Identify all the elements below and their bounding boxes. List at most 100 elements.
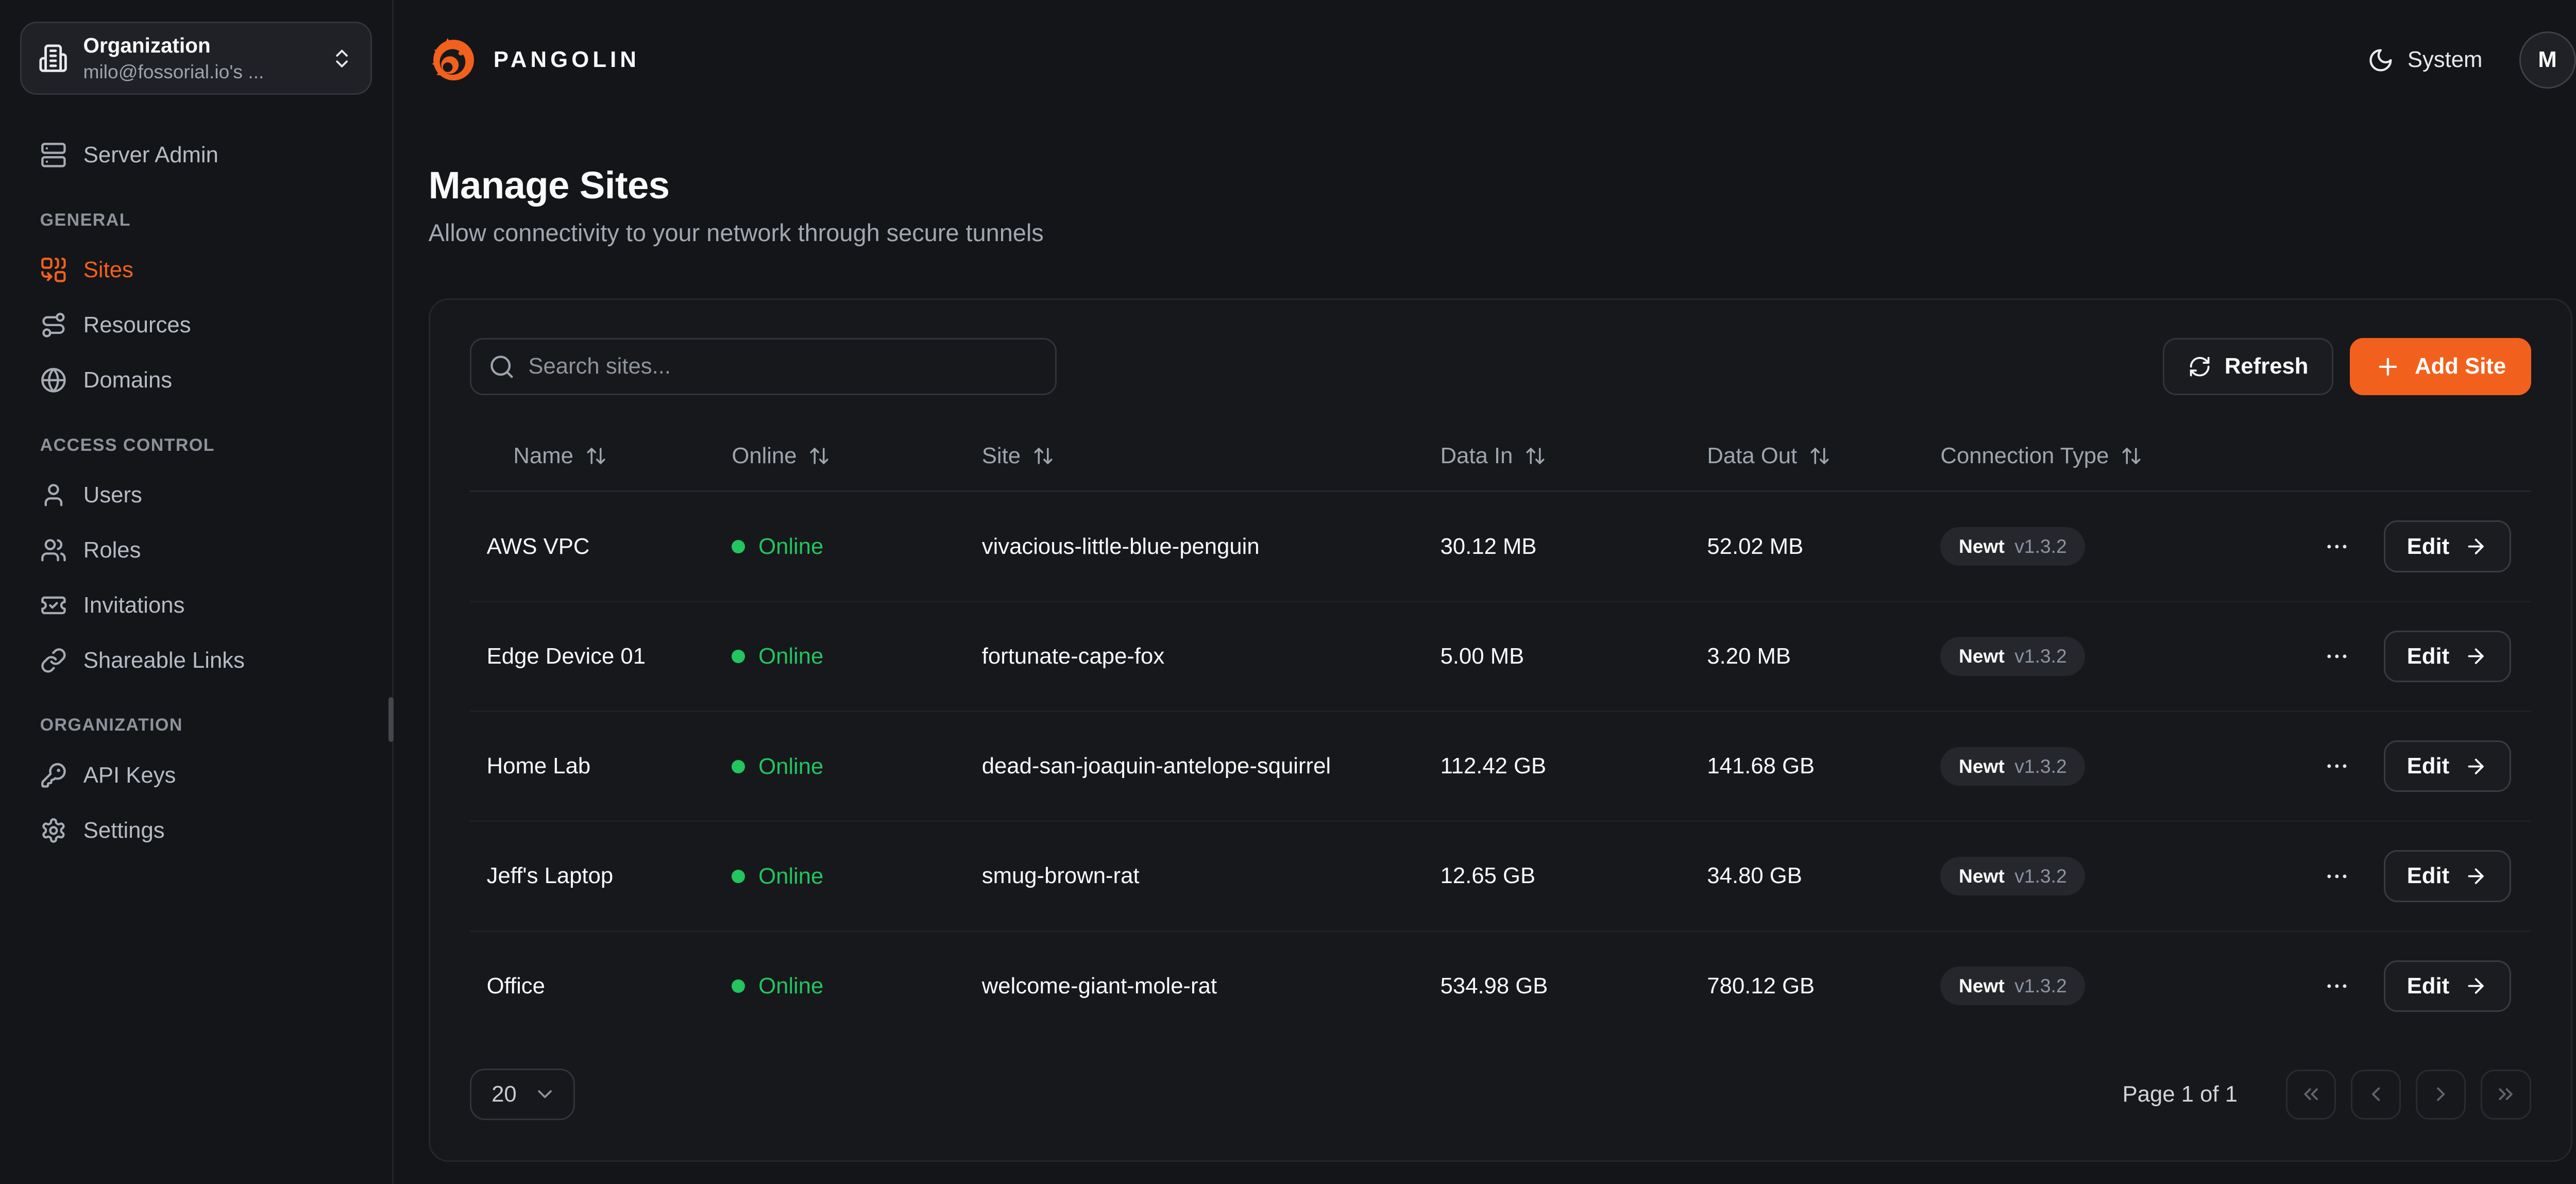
sidebar-item-label: Users xyxy=(83,482,142,508)
cell-name: Jeff's Laptop xyxy=(470,821,711,931)
sidebar-item-sites[interactable]: Sites xyxy=(20,244,372,297)
status-label: Online xyxy=(758,534,823,560)
cell-online: Online xyxy=(712,601,962,711)
cell-data-out: 34.80 GB xyxy=(1687,821,1921,931)
cell-actions: Edit xyxy=(2287,492,2531,601)
sidebar-item-resources[interactable]: Resources xyxy=(20,298,372,352)
column-label: Data Out xyxy=(1707,443,1797,469)
connection-version: v1.3.2 xyxy=(2014,865,2066,887)
edit-button[interactable]: Edit xyxy=(2384,520,2511,572)
cell-data-out: 52.02 MB xyxy=(1687,492,1921,601)
column-label: Name xyxy=(513,443,573,469)
connection-client: Newt xyxy=(1959,865,2005,887)
brand: PANGOLIN xyxy=(429,35,640,85)
sort-control[interactable]: Data Out xyxy=(1707,443,1830,469)
org-selector-label: Organization xyxy=(83,32,316,59)
edit-label: Edit xyxy=(2407,644,2449,669)
sites-table: Name Online Site Data In Data Out Connection … xyxy=(470,420,2531,1040)
sort-control[interactable]: Site xyxy=(982,443,1054,469)
sort-control[interactable]: Online xyxy=(732,443,830,469)
sidebar-item-label: API Keys xyxy=(83,763,176,788)
cell-site: dead-san-joaquin-antelope-squirrel xyxy=(962,712,1420,821)
add-site-button[interactable]: Add Site xyxy=(2350,338,2531,395)
chevron-down-icon xyxy=(533,1082,556,1106)
first-page-button[interactable] xyxy=(2286,1070,2336,1120)
sort-control[interactable]: Name xyxy=(513,443,606,469)
status-badge: Online xyxy=(732,864,823,889)
sidebar-nav: Server AdminGENERALSitesResourcesDomains… xyxy=(20,128,372,859)
sort-control[interactable]: Connection Type xyxy=(1940,443,2142,469)
sidebar-item-server-admin[interactable]: Server Admin xyxy=(20,128,372,182)
connection-version: v1.3.2 xyxy=(2014,755,2066,777)
sidebar-section-label-organization: ORGANIZATION xyxy=(40,715,352,735)
table-footer: 20 Page 1 of 1 xyxy=(470,1069,2531,1120)
table-row-jeff-s-laptop: Jeff's LaptopOnlinesmug-brown-rat12.65 G… xyxy=(470,821,2531,931)
theme-toggle[interactable]: System xyxy=(2367,47,2482,74)
ellipsis-icon xyxy=(2324,973,2350,1000)
sort-control[interactable]: Data In xyxy=(1440,443,1547,469)
arrow-right-icon xyxy=(2464,974,2487,997)
row-menu-button[interactable] xyxy=(2318,748,2355,785)
sidebar-item-label: Invitations xyxy=(83,593,185,618)
online-dot-icon xyxy=(732,650,745,663)
sidebar-item-users[interactable]: Users xyxy=(20,469,372,522)
cell-site: welcome-giant-mole-rat xyxy=(962,931,1420,1040)
page-size-value: 20 xyxy=(492,1081,517,1107)
status-badge: Online xyxy=(732,534,823,560)
page-size-select[interactable]: 20 xyxy=(470,1069,574,1120)
arrow-right-icon xyxy=(2464,755,2487,778)
top-right: System M xyxy=(2367,31,2575,88)
row-menu-button[interactable] xyxy=(2318,968,2355,1004)
cell-data-in: 5.00 MB xyxy=(1420,601,1687,711)
ellipsis-icon xyxy=(2324,643,2350,670)
last-page-button[interactable] xyxy=(2481,1070,2531,1120)
edit-label: Edit xyxy=(2407,863,2449,889)
cell-actions: Edit xyxy=(2287,601,2531,711)
edit-button[interactable]: Edit xyxy=(2384,740,2511,792)
prev-page-button[interactable] xyxy=(2351,1070,2401,1120)
row-menu-button[interactable] xyxy=(2318,528,2355,565)
sidebar-item-settings[interactable]: Settings xyxy=(20,804,372,857)
sidebar-item-api-keys[interactable]: API Keys xyxy=(20,749,372,802)
org-selector[interactable]: Organization milo@fossorial.io's ... xyxy=(20,22,372,95)
cell-data-out: 141.68 GB xyxy=(1687,712,1921,821)
cell-data-in: 112.42 GB xyxy=(1420,712,1687,821)
cell-data-in: 30.12 MB xyxy=(1420,492,1687,601)
sidebar: Organization milo@fossorial.io's ... Ser… xyxy=(0,0,394,1184)
sidebar-item-domains[interactable]: Domains xyxy=(20,353,372,407)
sidebar-scrollbar[interactable] xyxy=(388,697,394,742)
column-label: Online xyxy=(732,443,796,469)
row-menu-button[interactable] xyxy=(2318,638,2355,674)
search-input[interactable] xyxy=(470,338,1057,395)
online-dot-icon xyxy=(732,760,745,773)
edit-button[interactable]: Edit xyxy=(2384,960,2511,1012)
pager: Page 1 of 1 xyxy=(2123,1070,2531,1120)
cell-site: smug-brown-rat xyxy=(962,821,1420,931)
toolbar-buttons: Refresh Add Site xyxy=(2163,338,2531,395)
connection-version: v1.3.2 xyxy=(2014,975,2066,997)
next-page-button[interactable] xyxy=(2416,1070,2466,1120)
sidebar-item-roles[interactable]: Roles xyxy=(20,523,372,577)
moon-icon xyxy=(2367,47,2394,74)
avatar[interactable]: M xyxy=(2519,31,2576,88)
cell-data-out: 780.12 GB xyxy=(1687,931,1921,1040)
sidebar-item-shareable-links[interactable]: Shareable Links xyxy=(20,634,372,687)
sites-card: Refresh Add Site Name Online Site Data In Da… xyxy=(429,298,2573,1162)
edit-button[interactable]: Edit xyxy=(2384,850,2511,902)
status-label: Online xyxy=(758,864,823,889)
top-bar: PANGOLIN System M xyxy=(394,0,2576,120)
sidebar-item-label: Server Admin xyxy=(83,142,218,168)
refresh-button[interactable]: Refresh xyxy=(2163,338,2333,395)
table-body: AWS VPCOnlinevivacious-little-blue-pengu… xyxy=(470,492,2531,1040)
cell-connection-type: Newtv1.3.2 xyxy=(1921,931,2287,1040)
column-label: Data In xyxy=(1440,443,1513,469)
row-menu-button[interactable] xyxy=(2318,858,2355,894)
sidebar-item-invitations[interactable]: Invitations xyxy=(20,579,372,632)
cell-connection-type: Newt v1.3.2 xyxy=(1921,821,2287,931)
edit-button[interactable]: Edit xyxy=(2384,631,2511,682)
chevrons-right-icon xyxy=(2494,1082,2517,1106)
chevrons-up-down-icon xyxy=(330,47,353,70)
route-icon xyxy=(40,312,67,339)
combine-icon xyxy=(40,257,67,283)
brand-name: PANGOLIN xyxy=(494,47,640,73)
